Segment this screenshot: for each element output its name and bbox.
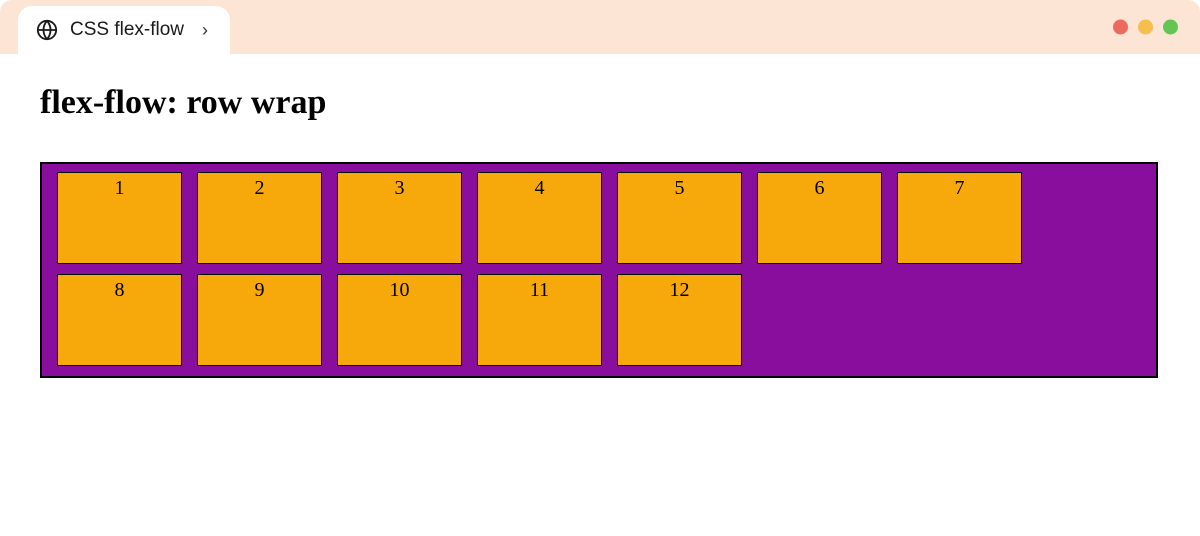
flex-item: 7 bbox=[897, 172, 1022, 264]
flex-item: 3 bbox=[337, 172, 462, 264]
flex-item: 10 bbox=[337, 274, 462, 366]
flex-item: 1 bbox=[57, 172, 182, 264]
page-heading: flex-flow: row wrap bbox=[40, 84, 1160, 122]
window-maximize-button[interactable] bbox=[1163, 20, 1178, 35]
flex-item: 11 bbox=[477, 274, 602, 366]
chevron-right-icon: › bbox=[202, 20, 208, 41]
flex-item: 9 bbox=[197, 274, 322, 366]
window-controls bbox=[1113, 20, 1178, 35]
flex-item: 6 bbox=[757, 172, 882, 264]
window-minimize-button[interactable] bbox=[1138, 20, 1153, 35]
tab-title: CSS flex-flow bbox=[70, 19, 184, 41]
flex-container: 1 2 3 4 5 6 7 8 9 10 11 12 bbox=[40, 162, 1158, 378]
page-content: flex-flow: row wrap 1 2 3 4 5 6 7 8 9 10… bbox=[0, 54, 1200, 408]
flex-item: 5 bbox=[617, 172, 742, 264]
browser-chrome: CSS flex-flow › bbox=[0, 0, 1200, 54]
flex-item: 2 bbox=[197, 172, 322, 264]
browser-tab[interactable]: CSS flex-flow › bbox=[18, 6, 230, 54]
flex-item: 8 bbox=[57, 274, 182, 366]
globe-icon bbox=[36, 19, 58, 41]
flex-item: 12 bbox=[617, 274, 742, 366]
flex-item: 4 bbox=[477, 172, 602, 264]
window-close-button[interactable] bbox=[1113, 20, 1128, 35]
